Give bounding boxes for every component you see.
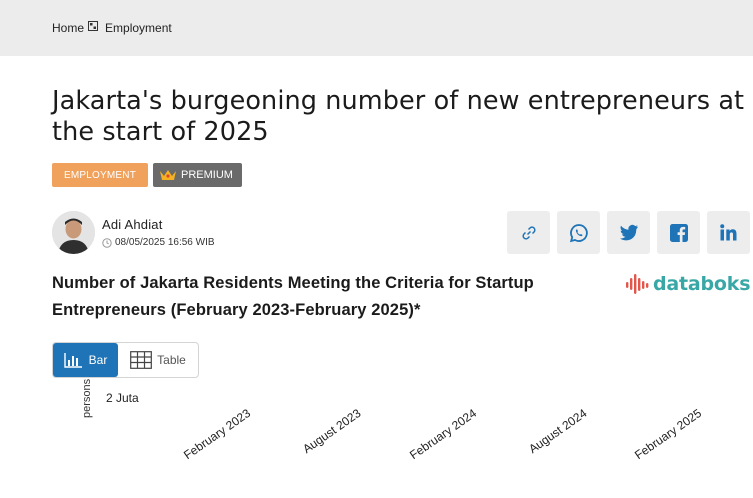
linkedin-icon [720, 224, 737, 241]
chart-view-toggle: Bar Table [52, 342, 199, 378]
bar-view-label: Bar [88, 353, 108, 367]
crown-icon [160, 170, 177, 180]
page-title: Jakarta's burgeoning number of new entre… [52, 86, 745, 147]
tag-list: EMPLOYMENT PREMIUM [52, 163, 242, 187]
avatar[interactable] [52, 211, 95, 254]
twitter-icon [619, 224, 638, 240]
bar-view-button[interactable]: Bar [53, 343, 118, 377]
share-buttons [507, 211, 750, 254]
table-view-button[interactable]: Table [118, 343, 198, 377]
chart-title: Number of Jakarta Residents Meeting the … [52, 274, 534, 319]
facebook-icon [669, 223, 688, 242]
breadcrumb-home[interactable]: Home [52, 21, 84, 35]
copy-link-button[interactable] [507, 211, 550, 254]
publish-date-text: 08/05/2025 16:56 WIB [115, 237, 215, 248]
breadcrumb-employment[interactable]: Employment [105, 21, 172, 35]
breadcrumb-separator-icon [88, 21, 99, 31]
y-axis-label: persons [81, 378, 93, 418]
bar-chart-icon [63, 352, 82, 368]
premium-label: PREMIUM [181, 169, 233, 181]
author-name[interactable]: Adi Ahdiat [102, 217, 215, 232]
top-bar: Home Employment [0, 0, 753, 56]
share-facebook-button[interactable] [657, 211, 700, 254]
breadcrumb: Home Employment [52, 21, 172, 35]
author-photo-icon [52, 211, 95, 254]
databoks-logo-icon [626, 274, 649, 294]
table-view-label: Table [157, 353, 186, 367]
author-block: Adi Ahdiat 08/05/2025 16:56 WIB [52, 211, 215, 254]
publish-date: 08/05/2025 16:56 WIB [102, 237, 215, 248]
premium-badge: PREMIUM [153, 163, 242, 187]
whatsapp-icon [569, 223, 588, 242]
share-twitter-button[interactable] [607, 211, 650, 254]
share-linkedin-button[interactable] [707, 211, 750, 254]
table-icon [130, 351, 153, 369]
link-icon [521, 225, 536, 240]
databoks-logo[interactable]: databoks [625, 271, 751, 297]
share-whatsapp-button[interactable] [557, 211, 600, 254]
category-tag[interactable]: EMPLOYMENT [52, 163, 149, 187]
clock-icon [102, 237, 112, 248]
y-tick-label: 2 Juta [106, 391, 139, 405]
databoks-logo-text: databoks [653, 273, 751, 295]
